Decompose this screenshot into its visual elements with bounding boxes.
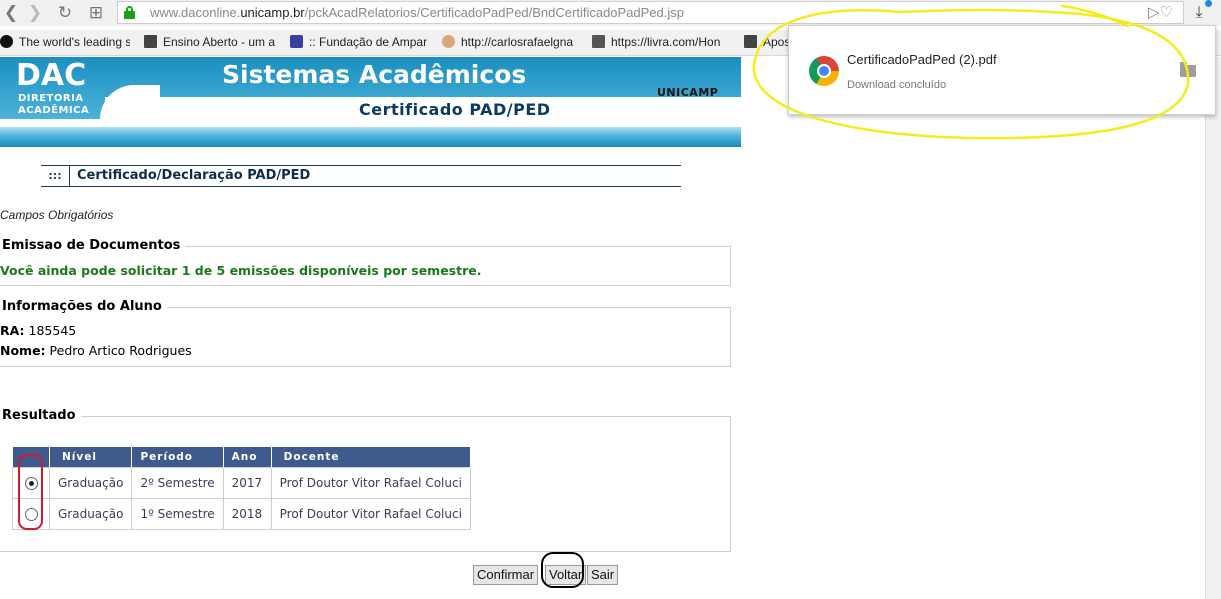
dac-logo-line1: DIRETORIA [18,93,84,104]
livra-icon [592,35,605,48]
red-highlight-annotation [18,454,43,530]
section-header: ::: Certificado/Declaração PAD/PED [41,165,681,187]
scrollbar[interactable] [1205,57,1221,599]
url-text[interactable]: www.daconline.unicamp.br/pckAcadRelatori… [150,5,684,20]
url-prefix: www.daconline. [150,5,241,20]
reload-button[interactable]: ↻ [54,2,76,24]
bookmark-item[interactable]: :: Fundação de Ampar [290,35,428,49]
cell-docente: Prof Doutor Vitor Rafael Coluci [270,466,471,499]
bookmark-label: :: Fundação de Ampar [309,35,428,49]
column-header-ano: Ano [223,447,272,467]
bookmark-label: http://carlosrafaelgna [461,35,574,49]
page-title: Certificado PAD/PED [359,100,551,119]
table-header-row: Nível Período Ano Docente [12,447,471,467]
cell-periodo: 2º Semestre [131,466,224,499]
yellow-highlight-annotation [752,4,1190,140]
table-row[interactable]: Graduação 1º Semestre 2018 Prof Doutor V… [12,497,471,530]
cell-ano: 2018 [222,497,272,530]
back-icon: ❮ [3,3,19,23]
dac-logo: DAC [16,58,87,93]
resultado-legend: Resultado [0,408,81,423]
emissao-legend: Emissao de Documentos [0,238,186,253]
nome-label: Nome: [0,343,46,358]
globe-icon [0,35,13,48]
back-button[interactable]: ❮ [0,2,22,24]
forward-button[interactable]: ❯ [24,2,46,24]
lock-icon [124,6,135,19]
bookmark-item[interactable]: http://carlosrafaelgna [442,35,579,49]
column-header-nivel: Nível [49,447,133,467]
dac-logo-line2: ACADÊMICA [18,105,90,116]
nome-value: Pedro Artico Rodrigues [49,343,192,358]
ra-label: RA: [0,323,25,338]
bookmark-label: https://livra.com/Hon [611,35,721,49]
url-domain: unicamp.br [240,5,305,20]
url-path: /pckAcadRelatorios/CertificadoPadPed/Bnd… [304,5,685,20]
banner-separator [0,119,741,127]
emissao-message: Você ainda pode solicitar 1 de 5 emissõe… [0,263,482,278]
download-badge [1205,0,1212,7]
column-header-periodo: Período [131,447,224,467]
cell-periodo: 1º Semestre [131,497,224,530]
sair-button[interactable]: Sair [587,565,619,585]
aluno-fieldset [0,307,731,367]
bookmark-item[interactable]: Ensino Aberto - um a [144,35,279,49]
apps-grid-icon: ⊞ [88,3,104,23]
cell-nivel: Graduação [48,497,133,530]
reload-icon: ↻ [57,3,73,23]
column-header-docente: Docente [271,447,471,467]
aluno-legend: Informações do Aluno [0,299,167,314]
ra-value: 185545 [28,323,77,338]
system-title: Sistemas Acadêmicos [222,60,527,89]
resultado-table: Nível Período Ano Docente Graduação 2º S… [12,447,471,530]
person-icon [442,35,455,48]
cell-ano: 2017 [222,466,272,499]
download-icon: ⤓ [1195,2,1203,21]
black-highlight-annotation [541,552,584,588]
section-title: Certificado/Declaração PAD/PED [77,168,311,183]
section-dots: ::: [41,166,70,186]
bookmark-item[interactable]: https://livra.com/Hon [592,35,730,49]
page-icon [144,35,157,48]
ra-line: RA: 185545 [0,323,76,338]
bookmark-label: Ensino Aberto - um a [163,35,276,49]
cell-nivel: Graduação [48,466,133,499]
banner-stripe [0,127,741,147]
fundacao-icon [290,35,303,48]
apps-button[interactable]: ⊞ [85,2,107,24]
confirmar-button[interactable]: Confirmar [473,565,539,585]
nome-line: Nome: Pedro Artico Rodrigues [0,343,192,358]
bookmark-item[interactable]: The world's leading s [0,35,130,49]
bookmark-label: The world's leading s [19,35,130,49]
forward-icon: ❯ [27,3,43,23]
table-row[interactable]: Graduação 2º Semestre 2017 Prof Doutor V… [12,466,471,499]
page-banner: DAC DIRETORIA ACADÊMICA Sistemas Acadêmi… [0,57,741,147]
unicamp-logo: UNICAMP [657,86,719,99]
cell-docente: Prof Doutor Vitor Rafael Coluci [270,497,471,530]
required-fields-note: Campos Obrigatórios [0,208,114,222]
